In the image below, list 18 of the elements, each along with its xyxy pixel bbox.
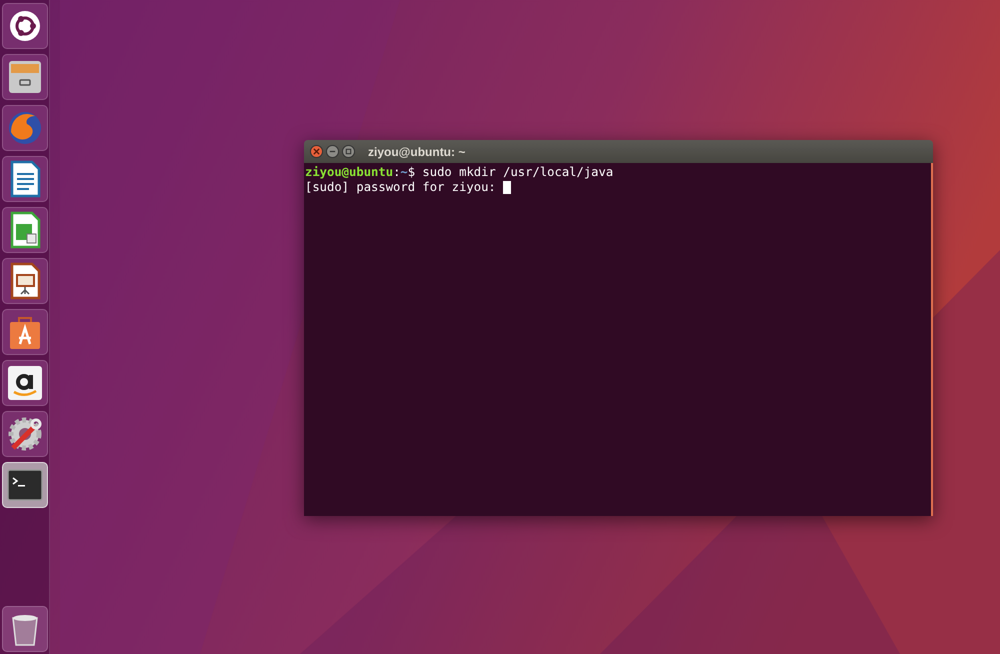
maximize-icon [345, 148, 352, 155]
launcher-item[interactable] [2, 411, 48, 457]
minimize-icon [329, 148, 336, 155]
launcher-item[interactable] [2, 3, 48, 49]
window-title: ziyou@ubuntu: ~ [368, 144, 466, 158]
launcher-item[interactable] [2, 462, 48, 508]
terminal-line: [sudo] password for ziyou: [305, 180, 496, 195]
close-button[interactable] [310, 145, 323, 158]
launcher-item[interactable] [2, 207, 48, 253]
terminal-line: ziyou@ubuntu:~$ sudo mkdir /usr/local/java [305, 165, 614, 180]
launcher-item[interactable] [2, 606, 48, 652]
launcher-item[interactable] [2, 156, 48, 202]
launcher-item[interactable] [2, 360, 48, 406]
maximize-button[interactable] [342, 145, 355, 158]
close-icon [313, 148, 320, 155]
launcher-item[interactable] [2, 258, 48, 304]
launcher-item[interactable] [2, 309, 48, 355]
minimize-button[interactable] [326, 145, 339, 158]
